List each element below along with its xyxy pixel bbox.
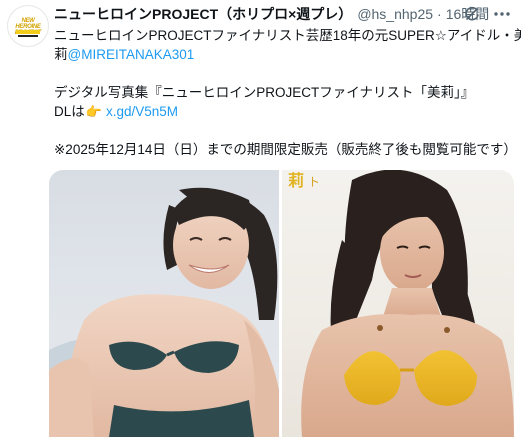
tweet-header: ニューヒロインPROJECT（ホリプロ×週プレ） @hs_nhp25 · 16時…	[54, 4, 489, 24]
more-icon[interactable]	[493, 5, 511, 23]
tweet-text-line: ニューヒロインPROJECTファイナリスト芸歴18年の元SUPER☆アイドル・美	[54, 28, 521, 43]
user-handle[interactable]: @hs_nhp25	[357, 6, 433, 22]
tweet-text-line: デジタル写真集『ニューヒロインPROJECTファイナリスト「美莉」』	[54, 85, 475, 100]
header-actions	[463, 5, 511, 23]
tweet-text-fragment: DLは	[54, 104, 85, 119]
tweet-text-line: DLは👉 x.gd/V5n5M	[54, 102, 514, 121]
avatar-logo-underline	[18, 35, 38, 37]
pointing-hand-icon: 👉	[85, 104, 102, 119]
separator-dot: ·	[437, 6, 442, 22]
photo-caption-char: 莉	[288, 171, 304, 190]
avatar[interactable]: NEW HEROINE PROJECT	[7, 5, 49, 47]
photo-right-illustration: 莉 ト	[288, 170, 514, 437]
media-grid: 莉 ト	[49, 170, 514, 437]
grok-icon[interactable]	[463, 5, 481, 23]
photo-left-illustration	[49, 187, 279, 437]
tweet-text-line: ※2025年12月14日（日）までの期間限定販売（販売終了後も閲覧可能です）	[54, 142, 517, 157]
photo-caption-char: ト	[308, 175, 320, 189]
url-link[interactable]: x.gd/V5n5M	[106, 104, 178, 119]
tweet-text: ニューヒロインPROJECTファイナリスト芸歴18年の元SUPER☆アイドル・美…	[54, 26, 521, 159]
tweet-text-fragment: 莉	[54, 47, 68, 62]
tweet-text-line: 莉@MIREITANAKA301	[54, 45, 514, 64]
avatar-logo-bar	[16, 30, 40, 34]
photo-left[interactable]	[49, 170, 279, 437]
photo-right[interactable]: 莉 ト	[282, 170, 514, 437]
tweet[interactable]: NEW HEROINE PROJECT ニューヒロインPROJECT（ホリプロ×…	[0, 0, 521, 437]
mention-link[interactable]: @MIREITANAKA301	[68, 47, 195, 62]
display-name[interactable]: ニューヒロインPROJECT（ホリプロ×週プレ）	[54, 4, 352, 24]
